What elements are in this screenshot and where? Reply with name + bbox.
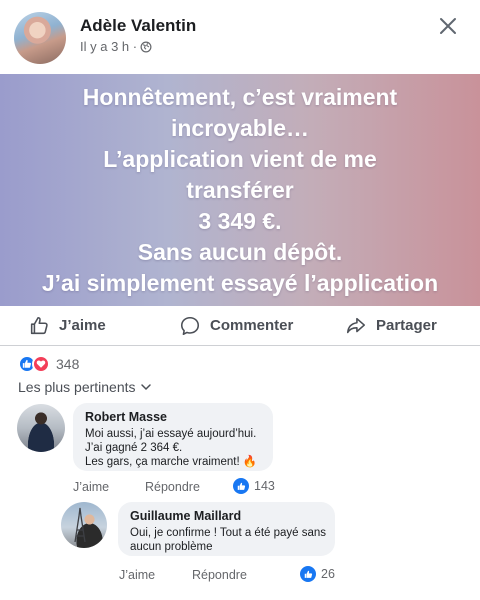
comment-line: Oui, je confirme ! Tout a été payé sans bbox=[130, 527, 327, 539]
like-label: J’aime bbox=[59, 317, 106, 334]
comment-like-count[interactable]: 26 bbox=[300, 566, 335, 582]
comment-line: Les gars, ça marche vraiment! 🔥 bbox=[85, 456, 258, 468]
post-meta: Il y a 3 h · bbox=[80, 39, 152, 54]
reaction-count: 348 bbox=[56, 356, 80, 372]
banner-line: L’application vient de me bbox=[103, 145, 377, 172]
comment-like-count[interactable]: 143 bbox=[233, 478, 275, 494]
commenter-name[interactable]: Guillaume Maillard bbox=[130, 509, 323, 523]
comment-button[interactable]: Commenter bbox=[179, 315, 293, 337]
chevron-down-icon bbox=[140, 384, 151, 391]
comment-label: Commenter bbox=[210, 317, 294, 334]
comment-bubble: Guillaume Maillard Oui, je confirme ! To… bbox=[118, 502, 335, 556]
comment-reply-button[interactable]: Répondre bbox=[192, 568, 247, 582]
banner-line: Honnêtement, c’est vraiment bbox=[82, 83, 398, 110]
comment-bubble: Robert Masse Moi aussi, j’ai essayé aujo… bbox=[73, 403, 273, 471]
banner-line: Sans aucun dépôt. bbox=[137, 238, 343, 265]
comment-text: Moi aussi, j’ai essayé aujourd’hui. J’ai… bbox=[85, 427, 261, 469]
post-header: Adèle Valentin Il y a 3 h · bbox=[0, 0, 480, 74]
close-icon[interactable] bbox=[438, 16, 458, 36]
banner-line: 3 349 €. bbox=[198, 207, 282, 234]
commenter-avatar[interactable] bbox=[61, 502, 107, 548]
like-count-value: 26 bbox=[321, 567, 335, 581]
banner-line: J’ai simplement essayé l’application bbox=[41, 269, 439, 296]
comment-line: Moi aussi, j’ai essayé aujourd’hui. bbox=[85, 428, 257, 440]
reaction-icons bbox=[18, 355, 50, 373]
eiffel-tower-icon bbox=[74, 507, 86, 543]
share-label: Partager bbox=[376, 317, 437, 334]
post-banner: Honnêtement, c’est vraiment incroyable… … bbox=[0, 74, 480, 306]
banner-line: transférer bbox=[186, 176, 294, 203]
comment-actions: J’aime Répondre 143 bbox=[73, 478, 283, 495]
love-reaction-icon bbox=[32, 355, 50, 373]
share-icon bbox=[346, 317, 366, 333]
thumbs-up-icon bbox=[233, 478, 249, 494]
commenter-avatar[interactable] bbox=[17, 404, 65, 452]
like-count-value: 143 bbox=[254, 479, 275, 493]
globe-icon bbox=[140, 41, 152, 52]
comment-line: aucun problème bbox=[130, 541, 213, 553]
author-name[interactable]: Adèle Valentin bbox=[80, 16, 196, 36]
comment-like-button[interactable]: J’aime bbox=[119, 568, 155, 582]
share-button[interactable]: Partager bbox=[345, 315, 437, 337]
banner-line: incroyable… bbox=[170, 114, 310, 141]
commenter-name[interactable]: Robert Masse bbox=[85, 410, 261, 424]
thumbs-up-icon bbox=[30, 316, 48, 334]
reactions-summary[interactable]: 348 bbox=[18, 355, 79, 373]
like-button[interactable]: J’aime bbox=[28, 315, 106, 337]
author-avatar[interactable] bbox=[14, 12, 66, 64]
sort-label: Les plus pertinents bbox=[18, 379, 136, 395]
post-action-bar: J’aime Commenter Partager bbox=[0, 306, 480, 346]
comment-reply-button[interactable]: Répondre bbox=[145, 480, 200, 494]
comment-actions: J’aime Répondre 26 bbox=[119, 566, 339, 583]
post-time[interactable]: Il y a 3 h · bbox=[80, 39, 137, 54]
comment-text: Oui, je confirme ! Tout a été payé sans … bbox=[130, 526, 327, 554]
comment-icon bbox=[180, 316, 200, 335]
thumbs-up-icon bbox=[300, 566, 316, 582]
comment-like-button[interactable]: J’aime bbox=[73, 480, 109, 494]
comment-line: J’ai gagné 2 364 €. bbox=[85, 442, 183, 454]
comment-sort-dropdown[interactable]: Les plus pertinents bbox=[18, 379, 152, 395]
